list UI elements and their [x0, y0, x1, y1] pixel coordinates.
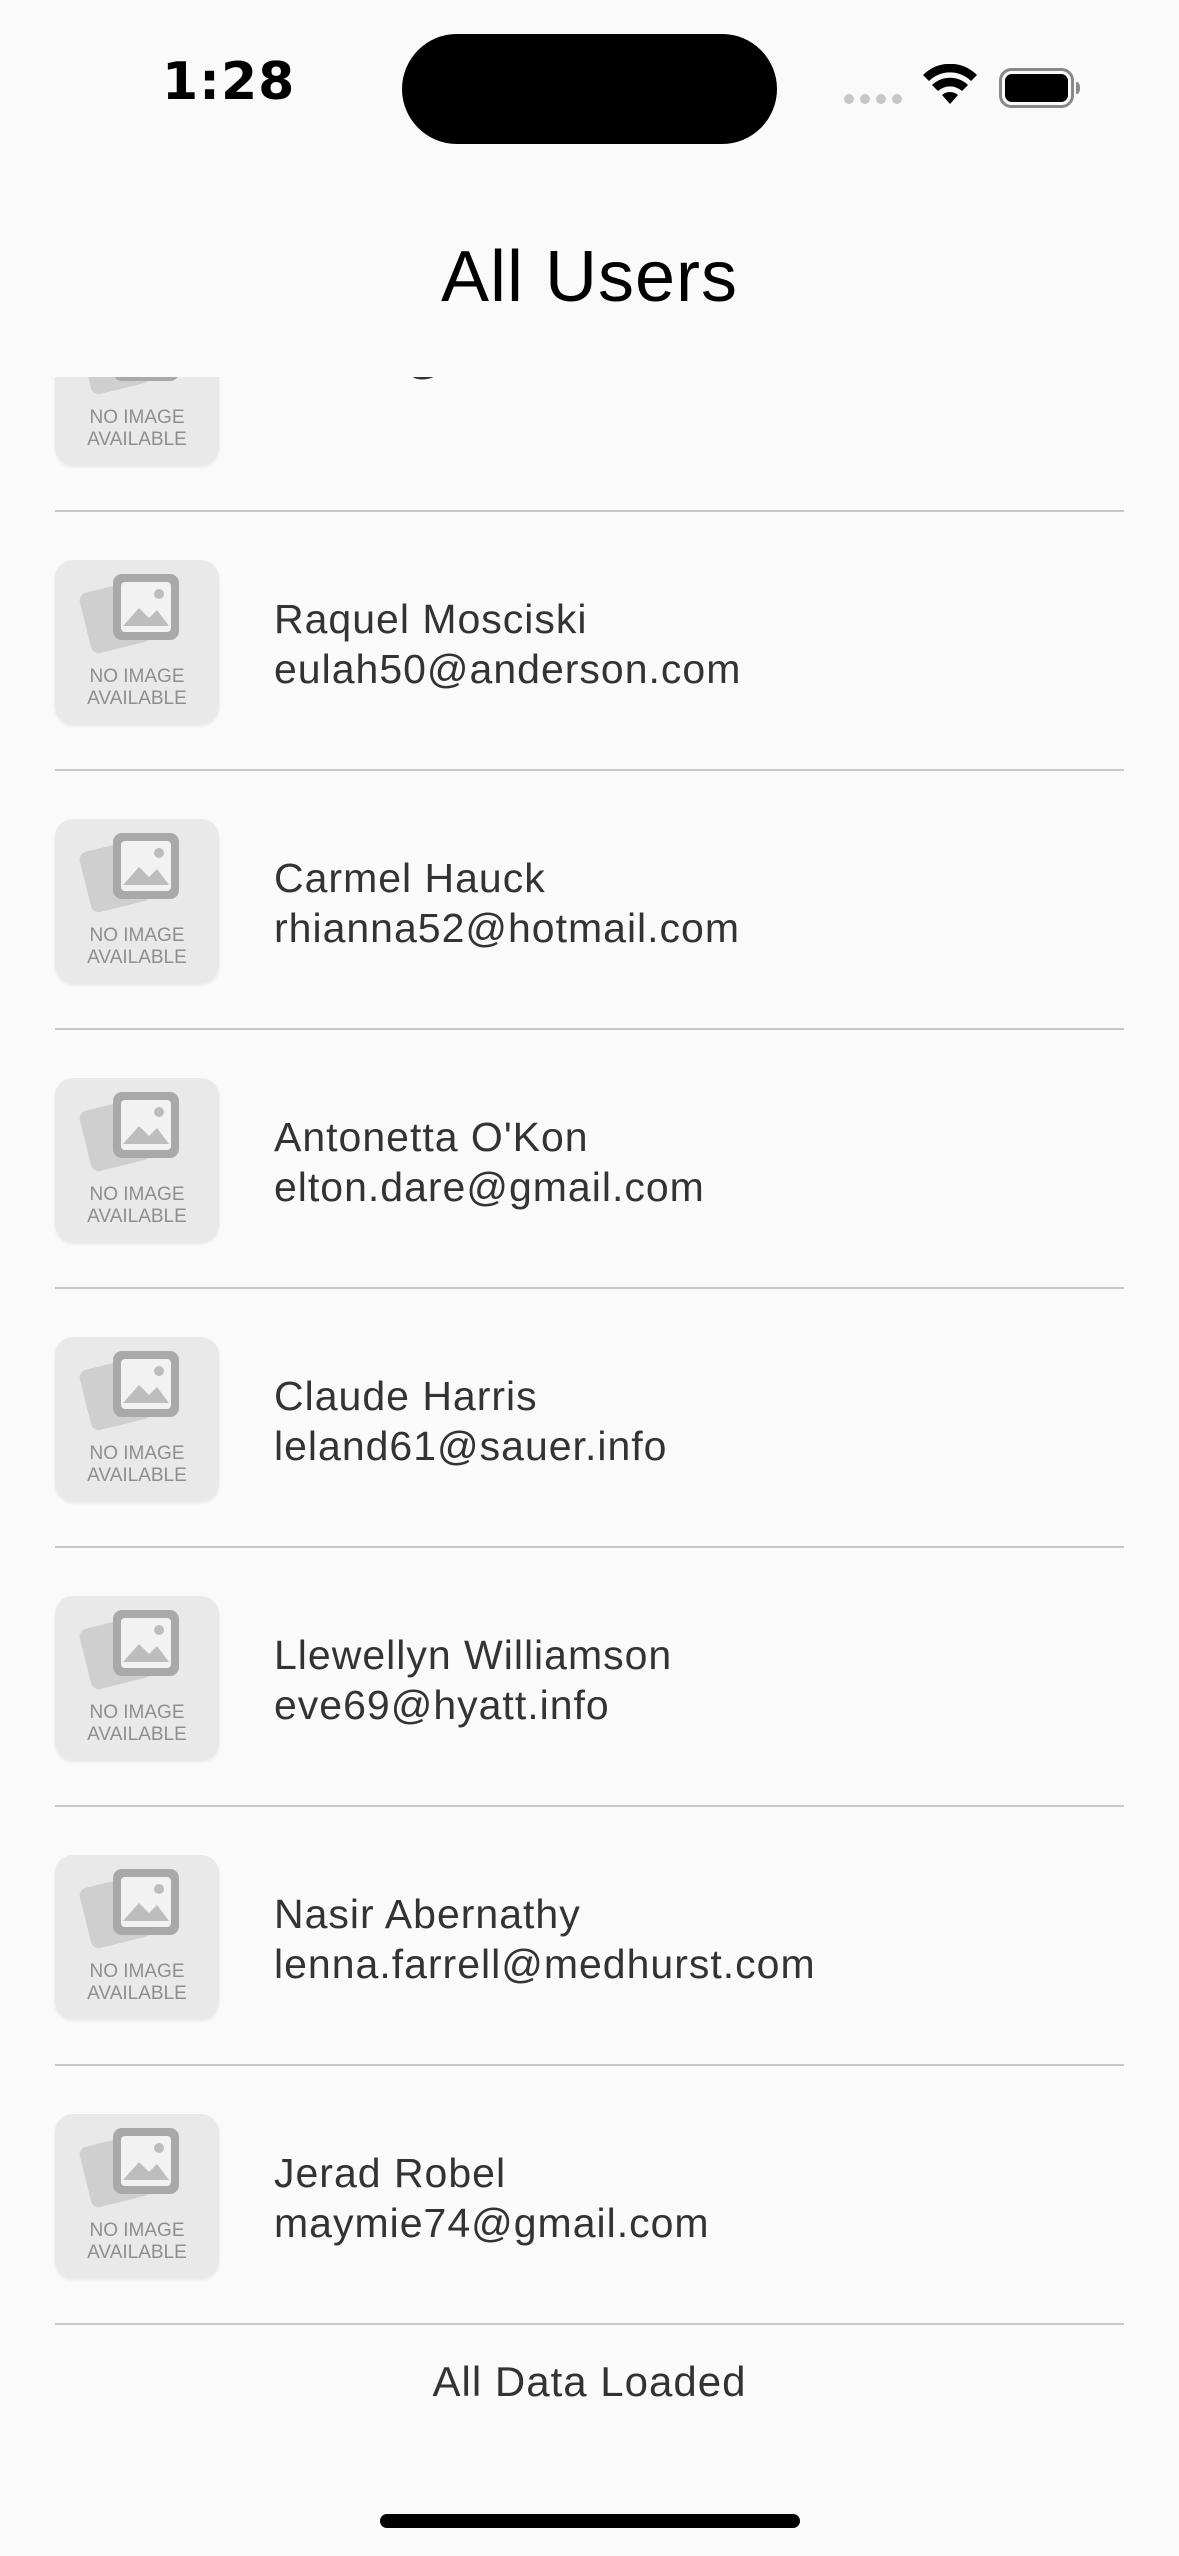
no-image-placeholder-icon: NO IMAGE AVAILABLE: [55, 1596, 219, 1760]
svg-text:NO IMAGE: NO IMAGE: [89, 1443, 184, 1464]
user-list-item[interactable]: NO IMAGE AVAILABLE Claude Harris leland61@s…: [0, 1289, 1179, 1548]
no-image-placeholder-icon: NO IMAGE AVAILABLE: [55, 1337, 219, 1501]
no-image-placeholder-icon: NO IMAGE AVAILABLE: [55, 819, 219, 983]
user-name: Carmel Hauck: [274, 855, 546, 901]
user-email: nola02@abbott.info: [274, 377, 648, 385]
user-info: Carmel Hauck rhianna52@hotmail.com: [274, 853, 740, 953]
user-name: Nasir Abernathy: [274, 1891, 581, 1937]
svg-text:NO IMAGE: NO IMAGE: [89, 666, 184, 687]
user-email: maymie74@gmail.com: [274, 2200, 710, 2246]
user-email: eulah50@anderson.com: [274, 646, 742, 692]
user-info: Raquel Mosciski eulah50@anderson.com: [274, 594, 741, 694]
svg-text:AVAILABLE: AVAILABLE: [87, 688, 187, 709]
no-image-placeholder-icon: NO IMAGE AVAILABLE: [55, 560, 219, 724]
status-time: 1:28: [162, 52, 296, 112]
user-info: Llewellyn Williamson eve69@hyatt.info: [274, 1630, 672, 1730]
home-indicator[interactable]: [380, 2514, 800, 2528]
no-image-placeholder-icon: NO IMAGE AVAILABLE: [55, 2114, 219, 2278]
load-status-text: All Data Loaded: [432, 2358, 747, 2405]
user-list-item[interactable]: NO IMAGE AVAILABLE Nasir Abernathy lenna.fa…: [0, 1807, 1179, 2066]
user-email: leland61@sauer.info: [274, 1423, 668, 1469]
page-title: All Users: [440, 237, 739, 317]
svg-text:AVAILABLE: AVAILABLE: [87, 429, 187, 450]
user-email: elton.dare@gmail.com: [274, 1164, 705, 1210]
svg-text:NO IMAGE: NO IMAGE: [89, 925, 184, 946]
user-name: Llewellyn Williamson: [274, 1632, 673, 1678]
user-email: rhianna52@hotmail.com: [274, 905, 741, 951]
wifi-icon: [923, 64, 977, 104]
user-info: Antonetta O'Kon elton.dare@gmail.com: [274, 1112, 705, 1212]
svg-text:AVAILABLE: AVAILABLE: [87, 1206, 187, 1227]
user-list[interactable]: NO IMAGEAVAILABLEnola02@abbott.infoNO IM…: [0, 377, 1179, 2412]
user-email: eve69@hyatt.info: [274, 1682, 610, 1728]
user-name: Antonetta O'Kon: [274, 1114, 589, 1160]
user-list-item[interactable]: NO IMAGEAVAILABLE nola02@abbott.info: [0, 377, 1179, 512]
user-list-item[interactable]: NO IMAGE AVAILABLE Antonetta O'Kon elton.da…: [0, 1030, 1179, 1289]
user-name: Raquel Mosciski: [274, 596, 588, 642]
svg-text:NO IMAGE: NO IMAGE: [89, 2220, 184, 2241]
svg-text:NO IMAGE: NO IMAGE: [89, 1702, 184, 1723]
screen: 1:28 All Users NO IMAGEAVAILABLEnola02@a…: [0, 0, 1179, 2556]
user-email: lenna.farrell@medhurst.com: [274, 1941, 816, 1987]
svg-text:AVAILABLE: AVAILABLE: [87, 947, 187, 968]
svg-text:AVAILABLE: AVAILABLE: [87, 2242, 187, 2263]
dynamic-island: [402, 34, 777, 144]
user-name: Claude Harris: [274, 1373, 538, 1419]
no-image-placeholder-icon: NO IMAGE AVAILABLE: [55, 1855, 219, 2019]
svg-text:NO IMAGE: NO IMAGE: [89, 1961, 184, 1982]
svg-text:AVAILABLE: AVAILABLE: [87, 1983, 187, 2004]
cellular-signal-icon: [844, 94, 902, 104]
battery-icon: [999, 68, 1080, 108]
user-info: Jerad Robel maymie74@gmail.com: [274, 2148, 710, 2248]
user-info: Claude Harris leland61@sauer.info: [274, 1371, 667, 1471]
user-info: nola02@abbott.info: [274, 377, 648, 385]
svg-text:NO IMAGE: NO IMAGE: [89, 407, 184, 428]
user-list-item[interactable]: NO IMAGE AVAILABLE Jerad Robel maymie74@gma…: [0, 2066, 1179, 2325]
user-list-item[interactable]: NO IMAGE AVAILABLE Raquel Mosciski eulah50@…: [0, 512, 1179, 771]
user-name: Jerad Robel: [274, 2150, 507, 2196]
svg-text:AVAILABLE: AVAILABLE: [87, 1465, 187, 1486]
user-list-item[interactable]: NO IMAGE AVAILABLE Llewellyn Williamson eve…: [0, 1548, 1179, 1807]
no-image-placeholder-icon: NO IMAGE AVAILABLE: [55, 1078, 219, 1242]
no-image-placeholder-icon: NO IMAGE AVAILABLE: [55, 377, 219, 465]
user-info: Nasir Abernathy lenna.farrell@medhurst.co…: [274, 1889, 816, 1989]
user-list-item[interactable]: NO IMAGE AVAILABLE Carmel Hauck rhianna52@h…: [0, 771, 1179, 1030]
svg-text:AVAILABLE: AVAILABLE: [87, 1724, 187, 1745]
svg-text:NO IMAGE: NO IMAGE: [89, 1184, 184, 1205]
divider: [55, 2323, 1124, 2325]
